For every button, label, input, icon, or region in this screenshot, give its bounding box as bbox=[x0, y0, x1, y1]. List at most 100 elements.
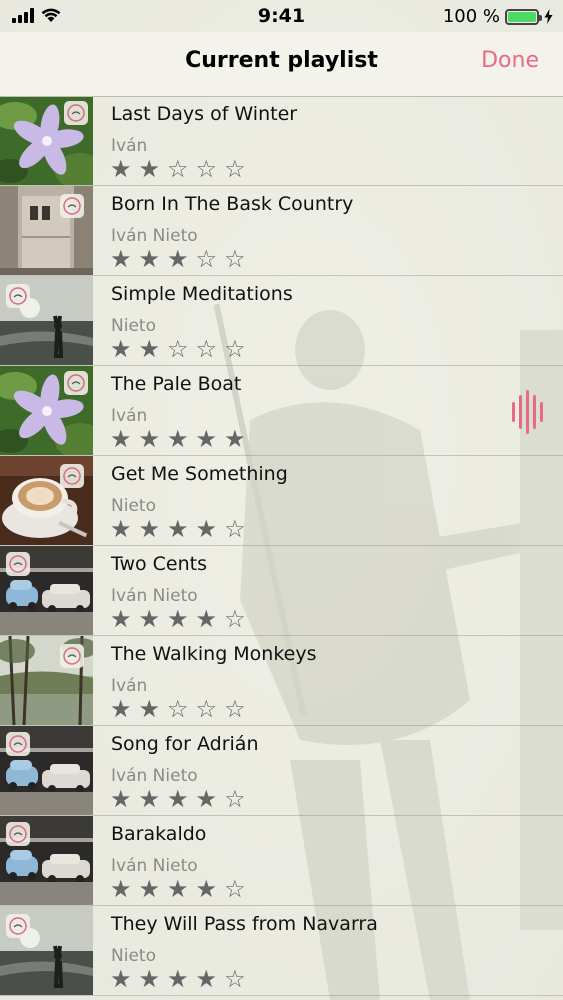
song-artist: Iván bbox=[111, 136, 148, 156]
star-filled-icon[interactable]: ★ bbox=[110, 156, 132, 182]
star-filled-icon[interactable]: ★ bbox=[110, 786, 132, 812]
star-filled-icon[interactable]: ★ bbox=[167, 876, 189, 902]
now-playing-icon bbox=[511, 390, 547, 438]
star-filled-icon[interactable]: ★ bbox=[110, 876, 132, 902]
star-empty-icon[interactable]: ☆ bbox=[224, 606, 246, 632]
star-rating[interactable]: ★ ★ ★ ★ ☆ bbox=[110, 516, 246, 542]
song-artist: Iván Nieto bbox=[111, 226, 198, 246]
star-empty-icon[interactable]: ☆ bbox=[224, 696, 246, 722]
star-filled-icon[interactable]: ★ bbox=[139, 426, 161, 452]
battery-icon bbox=[505, 8, 542, 25]
star-filled-icon[interactable]: ★ bbox=[139, 246, 161, 272]
song-artist: Iván bbox=[111, 406, 148, 426]
star-filled-icon[interactable]: ★ bbox=[196, 516, 218, 542]
charging-bolt-icon bbox=[544, 9, 553, 24]
song-artist: Iván bbox=[111, 676, 148, 696]
album-artwork bbox=[0, 816, 93, 905]
song-artist: Iván Nieto bbox=[111, 586, 198, 606]
star-rating[interactable]: ★ ★ ☆ ☆ ☆ bbox=[110, 696, 246, 722]
star-filled-icon[interactable]: ★ bbox=[139, 606, 161, 632]
star-empty-icon[interactable]: ☆ bbox=[196, 336, 218, 362]
star-empty-icon[interactable]: ☆ bbox=[224, 876, 246, 902]
playlist-row[interactable]: Song for Adrián Iván Nieto ★ ★ ★ ★ ☆ bbox=[0, 726, 563, 816]
song-title: The Pale Boat bbox=[111, 373, 242, 395]
star-empty-icon[interactable]: ☆ bbox=[167, 696, 189, 722]
star-filled-icon[interactable]: ★ bbox=[110, 426, 132, 452]
playlist: Last Days of Winter Iván ★ ★ ☆ ☆ ☆ Born In The… bbox=[0, 96, 563, 1000]
battery-percentage: 100 % bbox=[442, 6, 500, 27]
star-empty-icon[interactable]: ☆ bbox=[224, 786, 246, 812]
star-filled-icon[interactable]: ★ bbox=[139, 516, 161, 542]
star-filled-icon[interactable]: ★ bbox=[224, 426, 246, 452]
playlist-row[interactable]: Get Me Something Nieto ★ ★ ★ ★ ☆ bbox=[0, 456, 563, 546]
song-title: Song for Adrián bbox=[111, 733, 259, 755]
album-artwork bbox=[0, 636, 93, 725]
star-empty-icon[interactable]: ☆ bbox=[196, 246, 218, 272]
page-title: Current playlist bbox=[185, 48, 378, 73]
star-filled-icon[interactable]: ★ bbox=[196, 786, 218, 812]
song-title: Barakaldo bbox=[111, 823, 207, 845]
star-rating[interactable]: ★ ★ ★ ★ ☆ bbox=[110, 786, 246, 812]
star-filled-icon[interactable]: ★ bbox=[167, 786, 189, 812]
star-filled-icon[interactable]: ★ bbox=[139, 156, 161, 182]
star-rating[interactable]: ★ ★ ★ ★ ★ bbox=[110, 426, 246, 452]
star-filled-icon[interactable]: ★ bbox=[110, 606, 132, 632]
playlist-row[interactable]: The Pale Boat Iván ★ ★ ★ ★ ★ bbox=[0, 366, 563, 456]
star-rating[interactable]: ★ ★ ★ ★ ☆ bbox=[110, 876, 246, 902]
album-artwork bbox=[0, 96, 93, 185]
star-rating[interactable]: ★ ★ ★ ☆ ☆ bbox=[110, 246, 246, 272]
song-title: Last Days of Winter bbox=[111, 103, 298, 125]
star-filled-icon[interactable]: ★ bbox=[167, 606, 189, 632]
song-title: Get Me Something bbox=[111, 463, 288, 485]
playlist-row[interactable]: Last Days of Winter Iván ★ ★ ☆ ☆ ☆ bbox=[0, 96, 563, 186]
playlist-row[interactable]: Born In The Bask Country Iván Nieto ★ ★ ★ ☆ ☆ bbox=[0, 186, 563, 276]
song-artist: Nieto bbox=[111, 496, 156, 516]
star-rating[interactable]: ★ ★ ★ ★ ☆ bbox=[110, 966, 246, 992]
star-empty-icon[interactable]: ☆ bbox=[196, 156, 218, 182]
album-artwork bbox=[0, 366, 93, 455]
star-filled-icon[interactable]: ★ bbox=[110, 336, 132, 362]
star-filled-icon[interactable]: ★ bbox=[110, 516, 132, 542]
status-bar: 9:41 100 % bbox=[0, 0, 563, 32]
star-filled-icon[interactable]: ★ bbox=[196, 876, 218, 902]
star-rating[interactable]: ★ ★ ☆ ☆ ☆ bbox=[110, 336, 246, 362]
status-right: 100 % bbox=[443, 6, 553, 27]
star-filled-icon[interactable]: ★ bbox=[167, 966, 189, 992]
song-title: Born In The Bask Country bbox=[111, 193, 354, 215]
star-filled-icon[interactable]: ★ bbox=[110, 246, 132, 272]
star-filled-icon[interactable]: ★ bbox=[139, 696, 161, 722]
playlist-row[interactable]: They Will Pass from Navarra Nieto ★ ★ ★ ★ ☆ bbox=[0, 906, 563, 996]
playlist-row[interactable]: Barakaldo Iván Nieto ★ ★ ★ ★ ☆ bbox=[0, 816, 563, 906]
album-artwork bbox=[0, 906, 93, 995]
star-filled-icon[interactable]: ★ bbox=[110, 696, 132, 722]
playlist-row[interactable]: Two Cents Iván Nieto ★ ★ ★ ★ ☆ bbox=[0, 546, 563, 636]
star-empty-icon[interactable]: ☆ bbox=[224, 246, 246, 272]
star-filled-icon[interactable]: ★ bbox=[139, 786, 161, 812]
star-filled-icon[interactable]: ★ bbox=[196, 606, 218, 632]
star-filled-icon[interactable]: ★ bbox=[196, 966, 218, 992]
star-filled-icon[interactable]: ★ bbox=[196, 426, 218, 452]
star-empty-icon[interactable]: ☆ bbox=[167, 336, 189, 362]
navigation-bar: Current playlist Done bbox=[0, 32, 563, 97]
star-filled-icon[interactable]: ★ bbox=[110, 966, 132, 992]
star-empty-icon[interactable]: ☆ bbox=[224, 156, 246, 182]
star-empty-icon[interactable]: ☆ bbox=[224, 966, 246, 992]
star-filled-icon[interactable]: ★ bbox=[139, 876, 161, 902]
star-empty-icon[interactable]: ☆ bbox=[224, 516, 246, 542]
star-filled-icon[interactable]: ★ bbox=[167, 516, 189, 542]
star-filled-icon[interactable]: ★ bbox=[167, 246, 189, 272]
star-rating[interactable]: ★ ★ ★ ★ ☆ bbox=[110, 606, 246, 632]
star-filled-icon[interactable]: ★ bbox=[167, 426, 189, 452]
song-artist: Iván Nieto bbox=[111, 856, 198, 876]
star-empty-icon[interactable]: ☆ bbox=[167, 156, 189, 182]
done-button[interactable]: Done bbox=[481, 48, 539, 73]
song-artist: Nieto bbox=[111, 316, 156, 336]
star-empty-icon[interactable]: ☆ bbox=[196, 696, 218, 722]
star-filled-icon[interactable]: ★ bbox=[139, 336, 161, 362]
playlist-row[interactable]: Simple Meditations Nieto ★ ★ ☆ ☆ ☆ bbox=[0, 276, 563, 366]
star-rating[interactable]: ★ ★ ☆ ☆ ☆ bbox=[110, 156, 246, 182]
playlist-row[interactable]: The Walking Monkeys Iván ★ ★ ☆ ☆ ☆ bbox=[0, 636, 563, 726]
album-artwork bbox=[0, 186, 93, 275]
star-filled-icon[interactable]: ★ bbox=[139, 966, 161, 992]
star-empty-icon[interactable]: ☆ bbox=[224, 336, 246, 362]
